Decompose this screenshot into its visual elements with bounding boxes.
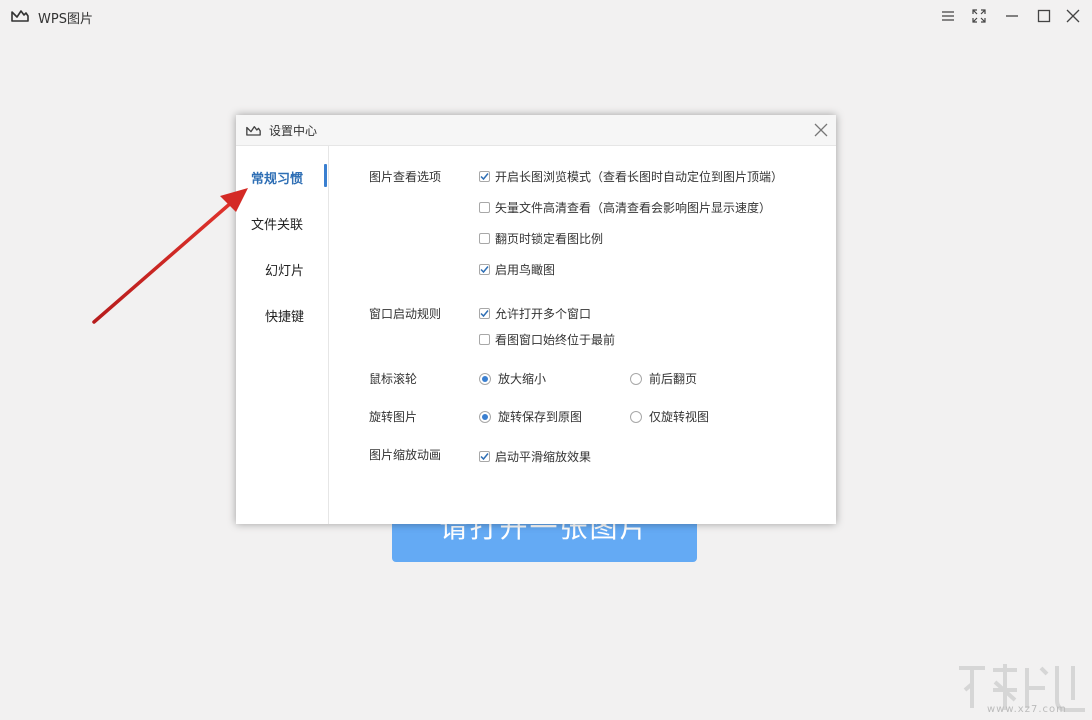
section-rotate-label: 旋转图片	[369, 408, 417, 425]
checkbox-label: 翻页时锁定看图比例	[495, 230, 603, 247]
radio-label: 仅旋转视图	[649, 408, 709, 425]
section-zoom-anim-label: 图片缩放动画	[369, 446, 441, 463]
dialog-title: 设置中心	[269, 122, 317, 139]
watermark-text: www.xz7.com	[987, 704, 1067, 715]
fullscreen-icon[interactable]	[969, 6, 989, 26]
dialog-logo-icon	[246, 124, 261, 136]
long-image-mode-checkbox[interactable]: 开启长图浏览模式（查看长图时自动定位到图片顶端）	[479, 168, 783, 185]
checkbox-box[interactable]	[479, 334, 490, 345]
app-logo-icon	[11, 8, 29, 22]
checkbox-label: 矢量文件高清查看（高清查看会影响图片显示速度）	[495, 199, 771, 216]
rotate-save-radio[interactable]: 旋转保存到原图	[479, 408, 582, 425]
wheel-page-radio[interactable]: 前后翻页	[630, 370, 697, 387]
allow-multiple-windows-checkbox[interactable]: 允许打开多个窗口	[479, 305, 591, 322]
radio-button[interactable]	[479, 411, 491, 423]
section-window-label: 窗口启动规则	[369, 305, 441, 322]
nav-shortcuts[interactable]: 快捷键	[265, 306, 304, 325]
wheel-zoom-radio[interactable]: 放大缩小	[479, 370, 546, 387]
radio-button[interactable]	[630, 373, 642, 385]
checkbox-box[interactable]	[479, 308, 490, 319]
maximize-icon[interactable]	[1034, 6, 1054, 26]
checkbox-box[interactable]	[479, 451, 490, 462]
app-title: WPS图片	[38, 8, 93, 27]
checkbox-label: 启动平滑缩放效果	[495, 448, 591, 465]
vector-hd-checkbox[interactable]: 矢量文件高清查看（高清查看会影响图片显示速度）	[479, 199, 771, 216]
active-tab-indicator	[324, 164, 327, 187]
checkbox-label: 允许打开多个窗口	[495, 305, 591, 322]
menu-icon[interactable]	[938, 6, 958, 26]
nav-file-association[interactable]: 文件关联	[251, 214, 303, 233]
title-bar: WPS图片	[0, 0, 1092, 32]
always-on-top-checkbox[interactable]: 看图窗口始终位于最前	[479, 331, 615, 348]
nav-slideshow[interactable]: 幻灯片	[265, 260, 304, 279]
birdseye-view-checkbox[interactable]: 启用鸟瞰图	[479, 261, 555, 278]
checkbox-label: 启用鸟瞰图	[495, 261, 555, 278]
settings-dialog: 设置中心 常规习惯 文件关联 幻灯片 快捷键 图片查看选项 开启长图浏览模式（查…	[236, 115, 836, 524]
section-wheel-label: 鼠标滚轮	[369, 370, 417, 387]
radio-button[interactable]	[479, 373, 491, 385]
radio-button[interactable]	[630, 411, 642, 423]
radio-label: 前后翻页	[649, 370, 697, 387]
section-view-label: 图片查看选项	[369, 168, 441, 185]
radio-label: 旋转保存到原图	[498, 408, 582, 425]
checkbox-box[interactable]	[479, 264, 490, 275]
checkbox-label: 看图窗口始终位于最前	[495, 331, 615, 348]
smooth-zoom-checkbox[interactable]: 启动平滑缩放效果	[479, 448, 591, 465]
radio-label: 放大缩小	[498, 370, 546, 387]
close-icon[interactable]	[1063, 6, 1083, 26]
dialog-header: 设置中心	[236, 115, 836, 146]
nav-general-habits[interactable]: 常规习惯	[251, 168, 303, 187]
checkbox-label: 开启长图浏览模式（查看长图时自动定位到图片顶端）	[495, 168, 783, 185]
checkbox-box[interactable]	[479, 233, 490, 244]
checkbox-box[interactable]	[479, 171, 490, 182]
lock-zoom-on-page-checkbox[interactable]: 翻页时锁定看图比例	[479, 230, 603, 247]
minimize-icon[interactable]	[1002, 6, 1022, 26]
settings-sidebar: 常规习惯 文件关联 幻灯片 快捷键	[236, 146, 329, 524]
checkbox-box[interactable]	[479, 202, 490, 213]
dialog-close-icon[interactable]	[812, 121, 830, 139]
rotate-view-only-radio[interactable]: 仅旋转视图	[630, 408, 709, 425]
